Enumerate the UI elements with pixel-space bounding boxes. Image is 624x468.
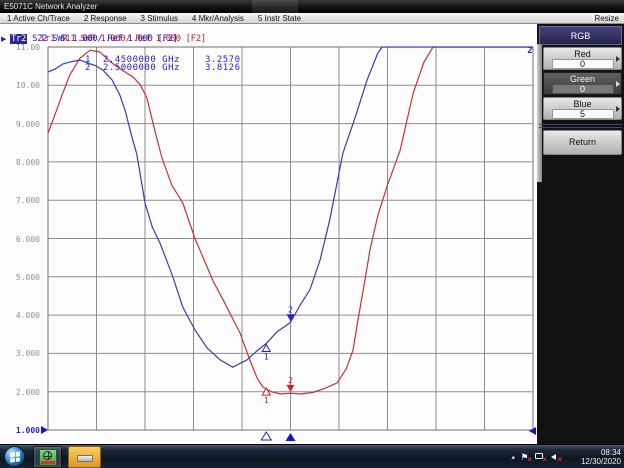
start-button[interactable] xyxy=(4,446,25,467)
menu-items: 1 Active Ch/Trace 2 Response 3 Stimulus 4 M… xyxy=(0,13,308,24)
menu-item-3[interactable]: 3 Stimulus xyxy=(134,14,185,23)
softkey-label: Blue xyxy=(573,99,592,109)
y-tick-label: 10.00 xyxy=(15,81,40,91)
marker2-readout: 2 2.5000000 GHz 3.8126 xyxy=(85,64,305,73)
softkey-green-button[interactable]: Green 0 xyxy=(543,72,622,95)
ref-level-indicator-icon xyxy=(41,426,48,434)
menu-item-4[interactable]: 4 Mkr/Analysis xyxy=(185,14,251,23)
window-title: E5071C Network Analyzer xyxy=(4,2,98,11)
trace2-clip-indicator: 2 xyxy=(527,46,532,56)
taskbar-app-network-analyzer[interactable] xyxy=(33,446,62,468)
error-badge: × xyxy=(542,455,547,464)
stimulus-marker-inactive-icon xyxy=(260,431,273,441)
error-badge: × xyxy=(527,455,532,464)
softkey-label: Red xyxy=(574,49,591,59)
trace2-status-text: S22 SWR 1.000/ Ref 1.000 [F2] xyxy=(27,34,178,44)
y-tick-label: 4.000 xyxy=(15,311,40,321)
softkey-buttons: Red 0 Green 0 Blue 5 xyxy=(543,47,622,122)
swr-chart: 2 1 2 1 2 xyxy=(41,46,536,441)
y-tick-label: 8.000 xyxy=(15,157,40,167)
marker-1-label: 1 xyxy=(264,353,269,362)
softkey-value: 0 xyxy=(551,59,614,69)
system-tray: ▴ ⚑ × × × 08:34 12/30/2020 xyxy=(511,445,621,468)
windows-logo-icon xyxy=(10,451,20,463)
tray-expand-icon[interactable]: ▴ xyxy=(511,453,515,461)
softkey-red-button[interactable]: Red 0 xyxy=(543,47,622,70)
softkey-value: 0 xyxy=(551,84,614,94)
marker-2-label: 2 xyxy=(288,305,293,314)
tray-time: 08:34 xyxy=(600,448,621,457)
network-status-icon[interactable]: × xyxy=(534,451,547,464)
marker-2-label: 2 xyxy=(288,376,293,385)
right-arrow-icon xyxy=(616,106,620,112)
softkey-panel: RGB Red 0 Green 0 Blue 5 Return xyxy=(537,24,624,444)
marker-1-label: 1 xyxy=(264,396,269,405)
action-center-icon[interactable]: ⚑ × xyxy=(519,451,532,464)
taskbar-app-keyboard[interactable] xyxy=(68,446,101,468)
network-analyzer-icon xyxy=(39,449,57,466)
y-tick-label: 5.000 xyxy=(15,272,40,282)
marker-2-icon xyxy=(286,384,295,392)
screen: E5071C Network Analyzer 1 Active Ch/Trac… xyxy=(0,0,624,468)
trace2-status[interactable]: Tr2 S22 SWR 1.000/ Ref 1.000 [F2] xyxy=(10,34,178,44)
trace2-id-badge: Tr2 xyxy=(10,34,28,44)
keyboard-icon xyxy=(77,455,93,462)
softkey-menu-title: RGB xyxy=(539,26,622,45)
tray-clock[interactable]: 08:34 12/30/2020 xyxy=(567,448,621,466)
instrument-display: 21212 11.00 10.00 9.000 8.000 7.000 6.000 5.00… xyxy=(0,24,537,444)
marker2-frequency: 2.5000000 GHz xyxy=(103,63,180,73)
y-tick-label: 6.000 xyxy=(15,234,40,244)
y-tick-label: 9.000 xyxy=(15,119,40,129)
y-tick-label: 2.000 xyxy=(15,387,40,397)
y-tick-label: 3.000 xyxy=(15,349,40,359)
tray-date: 12/30/2020 xyxy=(580,457,621,466)
softkey-blue-button[interactable]: Blue 5 xyxy=(543,97,622,120)
window-titlebar[interactable]: E5071C Network Analyzer xyxy=(0,0,624,13)
right-arrow-icon xyxy=(616,56,620,62)
softkey-scrollbar[interactable] xyxy=(537,44,542,182)
error-badge: × xyxy=(557,455,562,464)
taskbar: ▴ ⚑ × × × 08:34 12/30/2020 xyxy=(0,444,624,468)
resize-label[interactable]: Resize xyxy=(595,14,624,23)
softkey-value: 5 xyxy=(551,109,614,119)
menu-item-2[interactable]: 2 Response xyxy=(77,14,134,23)
softkey-divider xyxy=(539,124,622,128)
menu-item-1[interactable]: 1 Active Ch/Trace xyxy=(0,14,77,23)
stimulus-marker-active-icon xyxy=(285,433,296,441)
softkey-label: Green xyxy=(569,74,595,84)
right-arrow-icon xyxy=(616,81,620,87)
marker2-value: 3.8126 xyxy=(205,63,241,73)
menu-item-5[interactable]: 5 Instr State xyxy=(251,14,308,23)
active-trace-arrow-icon: ▶ xyxy=(1,36,7,43)
marker2-number: 2 xyxy=(85,63,91,73)
y-tick-label: 1.000 xyxy=(15,426,40,435)
return-button[interactable]: Return xyxy=(543,130,622,155)
volume-icon[interactable]: × xyxy=(549,451,562,464)
y-tick-label: 7.000 xyxy=(15,196,40,206)
menu-bar: 1 Active Ch/Trace 2 Response 3 Stimulus 4 M… xyxy=(0,13,624,24)
